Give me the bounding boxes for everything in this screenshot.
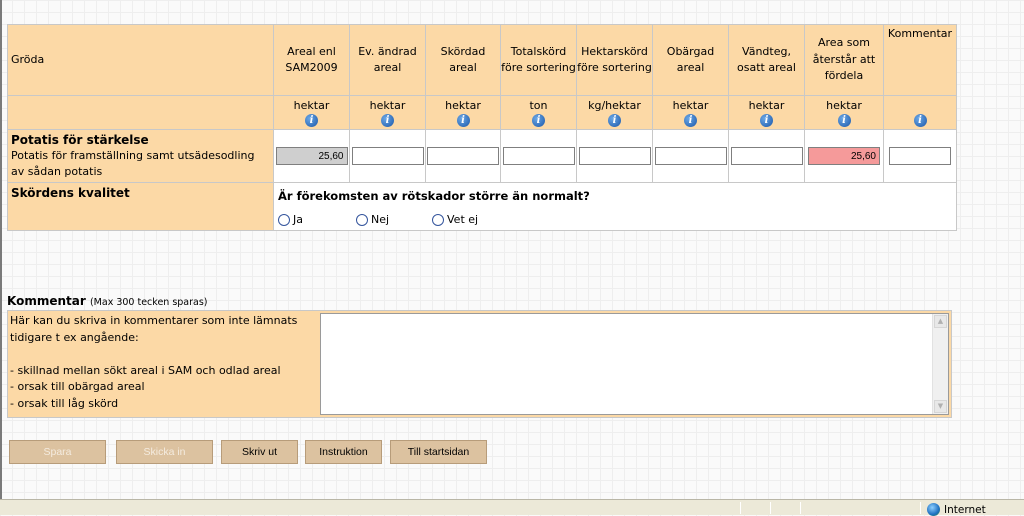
unit-label: ton [529,98,548,112]
help-line: - orsak till obärgad areal [10,380,145,393]
unit-label: hektar [672,98,709,112]
col-header-remaining-area: Area som återstår att fördela [804,24,884,96]
radio-label: Vet ej [447,213,479,226]
unit-cell: hektar i [425,95,501,130]
comment-textarea[interactable]: ▲ ▼ [320,313,949,415]
help-line [10,346,315,363]
crop-column-header: Gröda [7,24,274,96]
status-divider [770,502,771,514]
unit-cell-empty [7,95,274,130]
remaining-area-field [808,147,880,165]
quality-question-cell: Är förekomsten av rötskador större än no… [273,182,957,231]
help-line: - skillnad mellan sökt areal i SAM och o… [10,363,281,377]
comment-note: (Max 300 tecken sparas) [89,297,208,308]
unit-label: hektar [293,98,330,112]
col-header-unharvested-area: Obärgad areal [652,24,729,96]
unit-label: hektar [748,98,785,112]
radio-label: Ja [293,213,303,226]
unit-cell: i [883,95,957,130]
comment-help-text: Här kan du skriva in kommentarer som int… [10,313,315,412]
crop-row-label: Potatis för stärkelse Potatis för framst… [7,129,274,183]
radio-circle[interactable] [432,213,444,226]
scroll-down-icon[interactable]: ▼ [934,400,947,413]
unit-cell: hektar i [728,95,805,130]
send-button[interactable]: Skicka in [116,440,213,464]
info-icon[interactable]: i [608,113,621,127]
col-header-changed-area: Ev. ändrad areal [349,24,426,96]
unit-label: hektar [445,98,481,112]
comment-field[interactable] [889,147,951,165]
window-edge [0,0,2,500]
security-zone-label: Internet [944,504,986,516]
info-icon[interactable]: i [913,113,927,127]
info-icon[interactable]: i [837,113,851,127]
col-header-total-harvest: Totalskörd före sortering [500,24,577,96]
status-divider [920,502,921,514]
col-header-hectare-harvest: Hektarskörd före sortering [576,24,653,96]
crop-description: Potatis för framställning samt utsädesod… [11,149,255,178]
col-header-harvested-area: Skördad areal [425,24,501,96]
help-line: Här kan du skriva in kommentarer som int… [10,314,298,327]
help-line: tidigare t ex angående: [10,330,139,344]
info-icon[interactable]: i [684,113,697,127]
info-icon[interactable]: i [381,113,394,127]
radio-circle[interactable] [356,213,368,226]
radio-yes[interactable]: Ja [278,213,303,226]
status-divider [740,502,741,514]
crop-table: Gröda Areal enl SAM2009 Ev. ändrad areal… [7,24,957,231]
status-divider [800,502,801,514]
hectare-harvest-field[interactable] [578,147,651,165]
col-header-comment: Kommentar [883,24,957,96]
col-header-headland-area: Vändteg, osatt areal [728,24,805,96]
status-bar: Internet [0,499,1024,516]
radio-circle[interactable] [278,213,290,226]
help-line: - orsak till låg skörd [10,396,119,410]
unharvested-area-field[interactable] [654,147,727,165]
unit-cell: kg/hektar i [576,95,653,130]
info-icon[interactable]: i [532,113,545,127]
col-header-area-sam: Areal enl SAM2009 [273,24,350,96]
comment-section-title: Kommentar (Max 300 tecken sparas) [7,294,208,308]
quality-question: Är förekomsten av rötskador större än no… [278,189,590,203]
home-button[interactable]: Till startsidan [390,440,487,464]
radio-no[interactable]: Nej [356,213,389,226]
comment-panel: Här kan du skriva in kommentarer som int… [7,310,952,418]
comment-scrollbar[interactable]: ▲ ▼ [932,314,948,414]
unit-label: hektar [369,98,406,112]
save-button[interactable]: Spara [9,440,106,464]
globe-icon [927,503,940,516]
unit-cell: ton i [500,95,577,130]
harvested-area-field[interactable] [427,147,499,165]
area-sam-field[interactable] [275,147,348,165]
unit-cell: hektar i [652,95,729,130]
print-button[interactable]: Skriv ut [221,440,298,464]
headland-area-field[interactable] [730,147,803,165]
unit-cell: hektar i [349,95,426,130]
radio-label: Nej [371,213,390,226]
scroll-up-icon[interactable]: ▲ [934,315,947,328]
changed-area-field[interactable] [351,147,424,165]
info-icon[interactable]: i [760,113,773,127]
unit-cell: hektar i [804,95,884,130]
quality-label: Skördens kvalitet [7,182,274,231]
unit-cell: hektar i [273,95,350,130]
info-icon[interactable]: i [456,113,470,127]
instructions-button[interactable]: Instruktion [305,440,382,464]
total-harvest-field[interactable] [502,147,575,165]
unit-label: hektar [826,98,862,112]
radio-dont-know[interactable]: Vet ej [432,213,478,226]
crop-name: Potatis för stärkelse [11,133,149,147]
info-icon[interactable]: i [305,113,318,127]
unit-label: kg/hektar [588,98,641,112]
